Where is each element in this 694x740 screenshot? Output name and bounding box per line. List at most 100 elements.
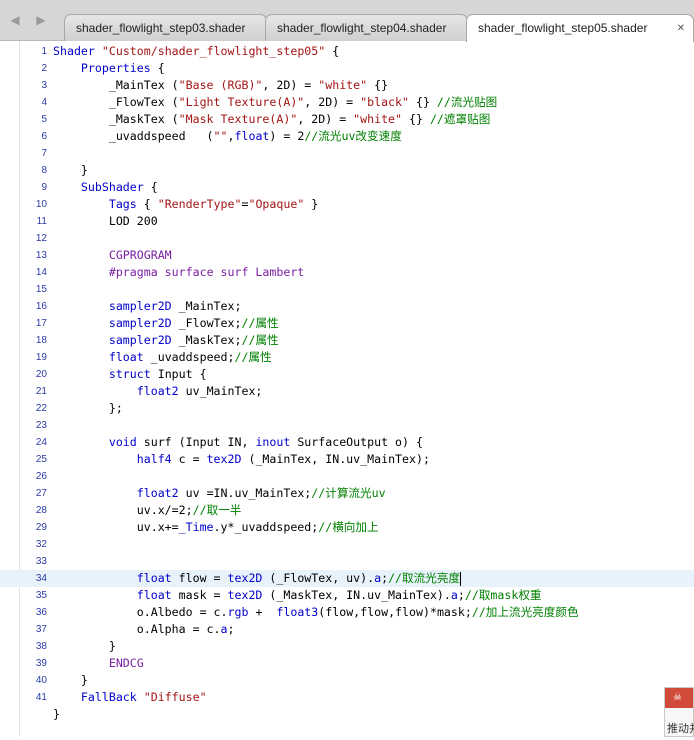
line-number: 5 [41, 114, 47, 125]
tab-step05[interactable]: shader_flowlight_step05.shader ✕ [466, 14, 694, 42]
code-token: float3 [276, 605, 319, 619]
line-number: 9 [41, 182, 47, 193]
code-line[interactable]: 9 SubShader { [0, 179, 694, 196]
code-line[interactable]: 26 [0, 468, 694, 485]
close-tab-icon[interactable]: ✕ [677, 15, 685, 42]
code-text: struct Input { [53, 366, 207, 383]
code-line[interactable]: 16 sampler2D _MainTex; [0, 298, 694, 315]
code-token: Tags [108, 197, 137, 211]
code-line[interactable]: 10 Tags { "RenderType"="Opaque" } [0, 196, 694, 213]
code-line[interactable]: 14 #pragma surface surf Lambert [0, 264, 694, 281]
code-line[interactable]: 13 CGPROGRAM [0, 247, 694, 264]
code-text: sampler2D _MaskTex;//属性 [53, 332, 279, 349]
line-number: 7 [41, 148, 47, 159]
code-line[interactable]: 7 [0, 145, 694, 162]
code-token: o.Albedo = c. [53, 605, 228, 619]
code-line[interactable]: 15 [0, 281, 694, 298]
code-token: //取一半 [192, 503, 242, 517]
code-line[interactable]: 24 void surf (Input IN, inout SurfaceOut… [0, 434, 694, 451]
code-text: sampler2D _FlowTex;//属性 [53, 315, 279, 332]
code-text: } [53, 672, 88, 689]
tab-label: shader_flowlight_step05.shader [478, 21, 648, 35]
code-line[interactable]: 35 float mask = tex2D (_MaskTex, IN.uv_M… [0, 587, 694, 604]
code-text: _FlowTex ("Light Texture(A)", 2D) = "bla… [53, 94, 497, 111]
code-line[interactable]: 21 float2 uv_MainTex; [0, 383, 694, 400]
code-token: Properties [80, 61, 151, 75]
code-token: float2 [136, 384, 179, 398]
code-token: _FlowTex ( [53, 95, 179, 109]
line-number: 13 [35, 250, 47, 261]
code-token: half4 [136, 452, 172, 466]
code-line[interactable]: 2 Properties { [0, 60, 694, 77]
code-token: {} [367, 78, 389, 92]
code-line[interactable]: 1 Shader "Custom/shader_flowlight_step05"… [0, 43, 694, 60]
code-token: rgb [227, 605, 249, 619]
code-token: + [248, 605, 277, 619]
code-line[interactable]: 34 float flow = tex2D (_FlowTex, uv).a;/… [0, 570, 694, 587]
code-token: sampler2D [108, 333, 172, 347]
code-line[interactable]: 25 half4 c = tex2D (_MainTex, IN.uv_Main… [0, 451, 694, 468]
code-token: } [304, 197, 319, 211]
code-text: float2 uv =IN.uv_MainTex;//计算流光uv [53, 485, 386, 502]
code-line[interactable]: 40 } [0, 672, 694, 689]
code-line[interactable]: 5 _MaskTex ("Mask Texture(A)", 2D) = "wh… [0, 111, 694, 128]
code-text: _MainTex ("Base (RGB)", 2D) = "white" {} [53, 77, 388, 94]
code-line[interactable]: 27 float2 uv =IN.uv_MainTex;//计算流光uv [0, 485, 694, 502]
code-token: uv =IN.uv_MainTex; [178, 486, 312, 500]
forward-arrow-icon[interactable]: ▶ [34, 13, 48, 27]
code-line[interactable]: } [0, 706, 694, 723]
code-line[interactable]: 22 }; [0, 400, 694, 417]
code-token: #pragma surface surf Lambert [108, 265, 305, 279]
code-line[interactable]: 20 struct Input { [0, 366, 694, 383]
code-token: }; [53, 401, 123, 415]
code-line[interactable]: 23 [0, 417, 694, 434]
line-number: 38 [35, 641, 47, 652]
code-line[interactable]: 37 o.Alpha = c.a; [0, 621, 694, 638]
code-editor[interactable]: 1 Shader "Custom/shader_flowlight_step05"… [0, 43, 694, 740]
code-line[interactable]: 4 _FlowTex ("Light Texture(A)", 2D) = "b… [0, 94, 694, 111]
code-token: Shader [53, 44, 102, 58]
tab-step04[interactable]: shader_flowlight_step04.shader [265, 14, 468, 41]
line-number: 12 [35, 233, 47, 244]
code-line[interactable]: 11 LOD 200 [0, 213, 694, 230]
notification-popup[interactable]: ☠ 推动并 [664, 687, 694, 737]
line-number: 3 [41, 80, 47, 91]
code-text: _uvaddspeed ("",float) = 2//流光uv改变速度 [53, 128, 402, 145]
code-token: (_MaskTex, IN.uv_MainTex). [262, 588, 451, 602]
code-token: //属性 [241, 316, 279, 330]
code-line[interactable]: 6 _uvaddspeed ("",float) = 2//流光uv改变速度 [0, 128, 694, 145]
tab-step03[interactable]: shader_flowlight_step03.shader [64, 14, 267, 41]
code-line[interactable] [0, 723, 694, 740]
back-arrow-icon[interactable]: ◀ [8, 13, 22, 27]
code-line[interactable]: 17 sampler2D _FlowTex;//属性 [0, 315, 694, 332]
code-text: float _uvaddspeed;//属性 [53, 349, 272, 366]
code-token: _MaskTex ( [53, 112, 179, 126]
code-line[interactable]: 8 } [0, 162, 694, 179]
code-text: FallBack "Diffuse" [53, 689, 207, 706]
code-line[interactable]: 12 [0, 230, 694, 247]
code-line[interactable]: 29 uv.x+=_Time.y*_uvaddspeed;//横向加上 [0, 519, 694, 536]
code-text: CGPROGRAM [53, 247, 172, 264]
code-line[interactable]: 36 o.Albedo = c.rgb + float3(flow,flow,f… [0, 604, 694, 621]
code-line[interactable]: 32 [0, 536, 694, 553]
code-text: }; [53, 400, 123, 417]
code-line[interactable]: 41 FallBack "Diffuse" [0, 689, 694, 706]
code-line[interactable]: 28 uv.x/=2;//取一半 [0, 502, 694, 519]
code-line[interactable]: 18 sampler2D _MaskTex;//属性 [0, 332, 694, 349]
code-line[interactable]: 3 _MainTex ("Base (RGB)", 2D) = "white" … [0, 77, 694, 94]
line-number: 33 [35, 556, 47, 567]
code-line[interactable]: 38 } [0, 638, 694, 655]
code-line[interactable]: 33 [0, 553, 694, 570]
code-token: _Time [178, 520, 214, 534]
line-number: 32 [35, 539, 47, 550]
code-line[interactable]: 39 ENDCG [0, 655, 694, 672]
code-token: tex2D [206, 452, 242, 466]
code-line[interactable]: 19 float _uvaddspeed;//属性 [0, 349, 694, 366]
code-token: "white" [353, 112, 403, 126]
